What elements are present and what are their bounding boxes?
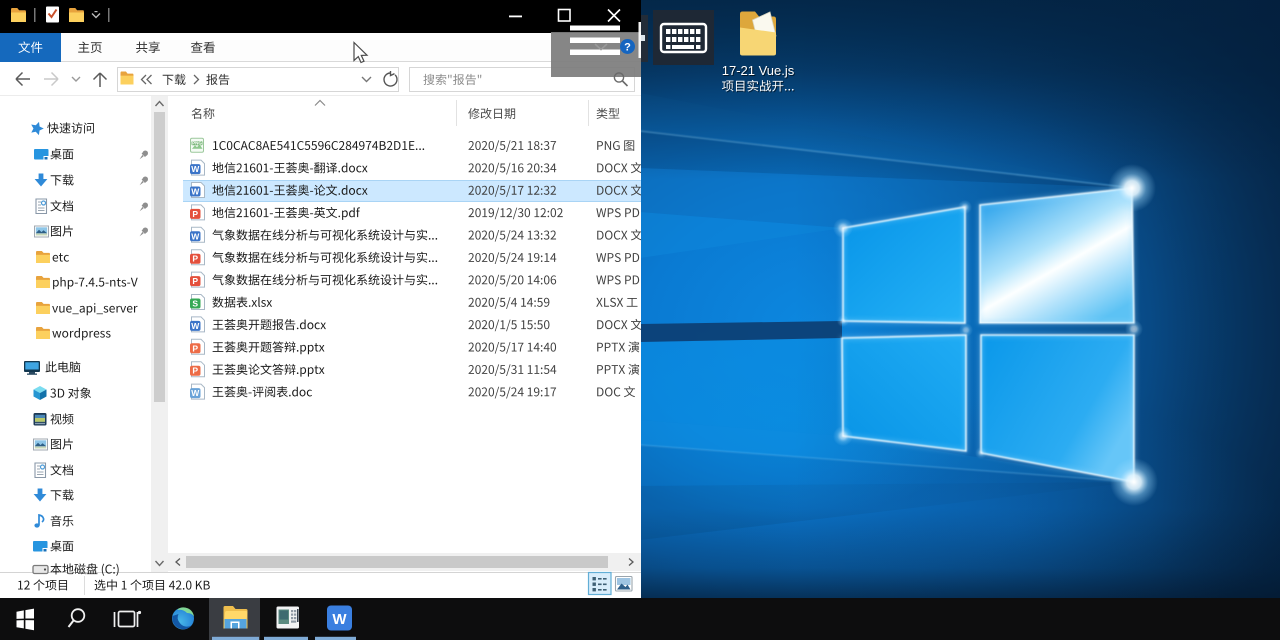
svg-text:W: W — [332, 611, 347, 628]
svg-text:P: P — [192, 209, 198, 219]
svg-text:P: P — [192, 366, 198, 376]
svg-text:W: W — [191, 321, 200, 331]
svg-text:?: ? — [624, 42, 631, 54]
svg-text:W: W — [191, 231, 200, 241]
svg-text:W: W — [191, 187, 200, 197]
svg-text:P: P — [192, 276, 198, 286]
svg-text:17-21 Vue.js: 17-21 Vue.js — [722, 63, 795, 78]
svg-text:W: W — [191, 164, 200, 174]
svg-text:P: P — [192, 343, 198, 353]
svg-text:PNG: PNG — [192, 141, 202, 146]
svg-text:P: P — [192, 254, 198, 264]
svg-text:S: S — [192, 299, 198, 309]
svg-text:W: W — [191, 388, 200, 398]
